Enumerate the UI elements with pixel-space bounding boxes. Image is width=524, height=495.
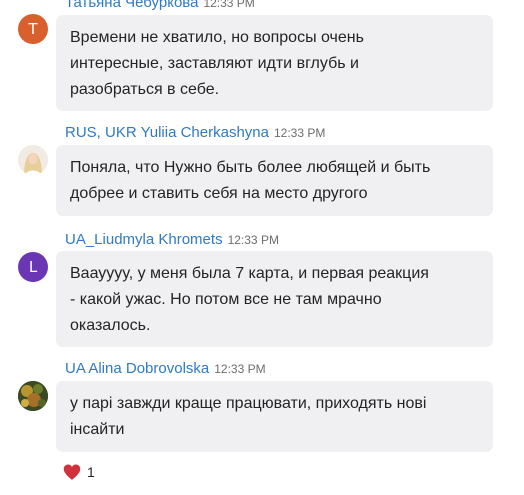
message-line: Ваауууу, у меня была 7 карта, и первая р… bbox=[70, 265, 429, 282]
message-bubble[interactable]: Ваауууу, у меня была 7 карта, и первая р… bbox=[56, 251, 493, 347]
message-line: оказалось. bbox=[70, 317, 151, 334]
sender-name[interactable]: UA Alina Dobrovolska bbox=[65, 360, 209, 377]
timestamp: 12:33 PM bbox=[227, 233, 279, 247]
message-line: интересные, заставляют идти вглубь и bbox=[70, 55, 359, 72]
message-line: добрее и ставить себя на место другого bbox=[70, 185, 368, 202]
sender-name[interactable]: RUS, UKR Yuliia Cherkashyna bbox=[65, 124, 269, 141]
avatar[interactable]: T bbox=[18, 14, 48, 44]
message-line: Поняла, что Нужно быть более любящей и б… bbox=[70, 159, 431, 176]
message-line: разобраться в себе. bbox=[70, 81, 220, 98]
reaction-count: 1 bbox=[87, 464, 95, 480]
avatar-initial: L bbox=[28, 258, 38, 276]
avatar[interactable] bbox=[18, 145, 48, 175]
timestamp: 12:33 PM bbox=[214, 362, 266, 376]
heart-icon bbox=[63, 464, 81, 480]
message-line: Времени не хватило, но вопросы очень bbox=[70, 29, 364, 46]
message-header: RUS, UKR Yuliia Cherkashyna 12:33 PM bbox=[65, 124, 325, 142]
message-line: інсайти bbox=[70, 421, 125, 438]
avatar-photo bbox=[18, 145, 48, 175]
avatar[interactable]: L bbox=[18, 252, 48, 282]
avatar[interactable] bbox=[18, 381, 48, 411]
message-bubble[interactable]: Времени не хватило, но вопросы очень инт… bbox=[56, 15, 493, 111]
timestamp: 12:33 PM bbox=[273, 126, 326, 140]
sender-name[interactable]: Татьяна Чебуркова bbox=[65, 0, 198, 11]
message-bubble[interactable]: у парі завжди краще працювати, приходять… bbox=[56, 381, 493, 452]
message-header: UA Alina Dobrovolska 12:33 PM bbox=[65, 360, 266, 378]
sender-name[interactable]: UA_Liudmyla Khromets bbox=[65, 231, 223, 248]
reaction-chip[interactable]: 1 bbox=[63, 464, 95, 480]
message-header: UA_Liudmyla Khromets 12:33 PM bbox=[65, 231, 279, 249]
timestamp: 12:33 PM bbox=[203, 0, 255, 10]
message-bubble[interactable]: Поняла, что Нужно быть более любящей и б… bbox=[56, 145, 493, 216]
message-line: у парі завжди краще працювати, приходять… bbox=[70, 395, 427, 412]
avatar-photo bbox=[18, 381, 48, 411]
message-header: Татьяна Чебуркова 12:33 PM bbox=[65, 0, 255, 12]
avatar-initial: T bbox=[28, 20, 38, 38]
message-line: - какой ужас. Но потом все не там мрачно bbox=[70, 291, 382, 308]
